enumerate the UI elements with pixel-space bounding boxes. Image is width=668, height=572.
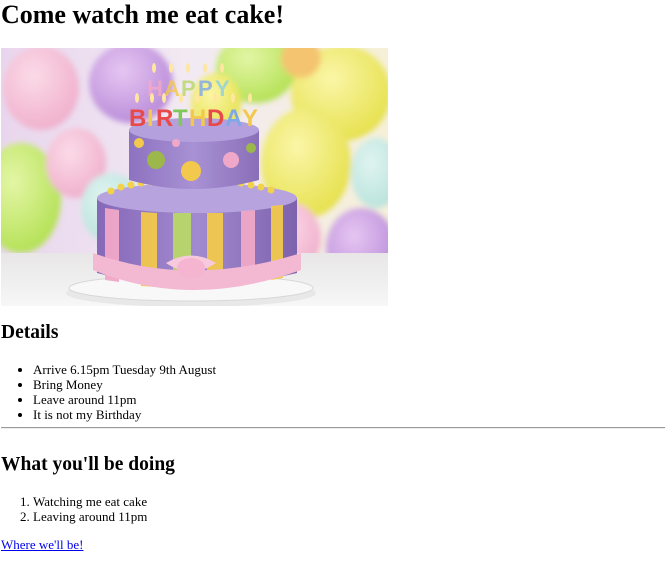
svg-text:H: H — [189, 105, 206, 132]
page-title: Come watch me eat cake! — [1, 0, 285, 29]
activities-heading: What you'll be doing — [1, 454, 175, 475]
svg-text:P: P — [181, 76, 196, 101]
svg-text:D: D — [207, 105, 224, 132]
activities-list: Watching me eat cake Leaving around 11pm — [0, 494, 147, 524]
list-item: Bring Money — [33, 377, 216, 392]
svg-text:B: B — [129, 105, 146, 132]
svg-text:I: I — [147, 105, 154, 132]
svg-text:T: T — [173, 105, 188, 132]
list-item: Arrive 6.15pm Tuesday 9th August — [33, 362, 216, 377]
list-item: Leaving around 11pm — [33, 509, 147, 524]
svg-text:A: A — [164, 76, 180, 101]
svg-text:R: R — [156, 105, 173, 132]
svg-text:H: H — [147, 76, 163, 101]
svg-text:P: P — [198, 76, 213, 101]
location-link[interactable]: Where we'll be! — [1, 537, 83, 552]
birthday-cake-image: H A P P Y B I R T H D A Y — [1, 48, 388, 306]
svg-text:Y: Y — [215, 76, 230, 101]
list-item: Watching me eat cake — [33, 494, 147, 509]
list-item: It is not my Birthday — [33, 407, 216, 422]
divider — [1, 427, 665, 429]
details-list: Arrive 6.15pm Tuesday 9th August Bring M… — [0, 362, 216, 422]
details-heading: Details — [1, 322, 59, 343]
svg-text:A: A — [225, 105, 242, 132]
svg-text:Y: Y — [242, 105, 258, 132]
list-item: Leave around 11pm — [33, 392, 216, 407]
